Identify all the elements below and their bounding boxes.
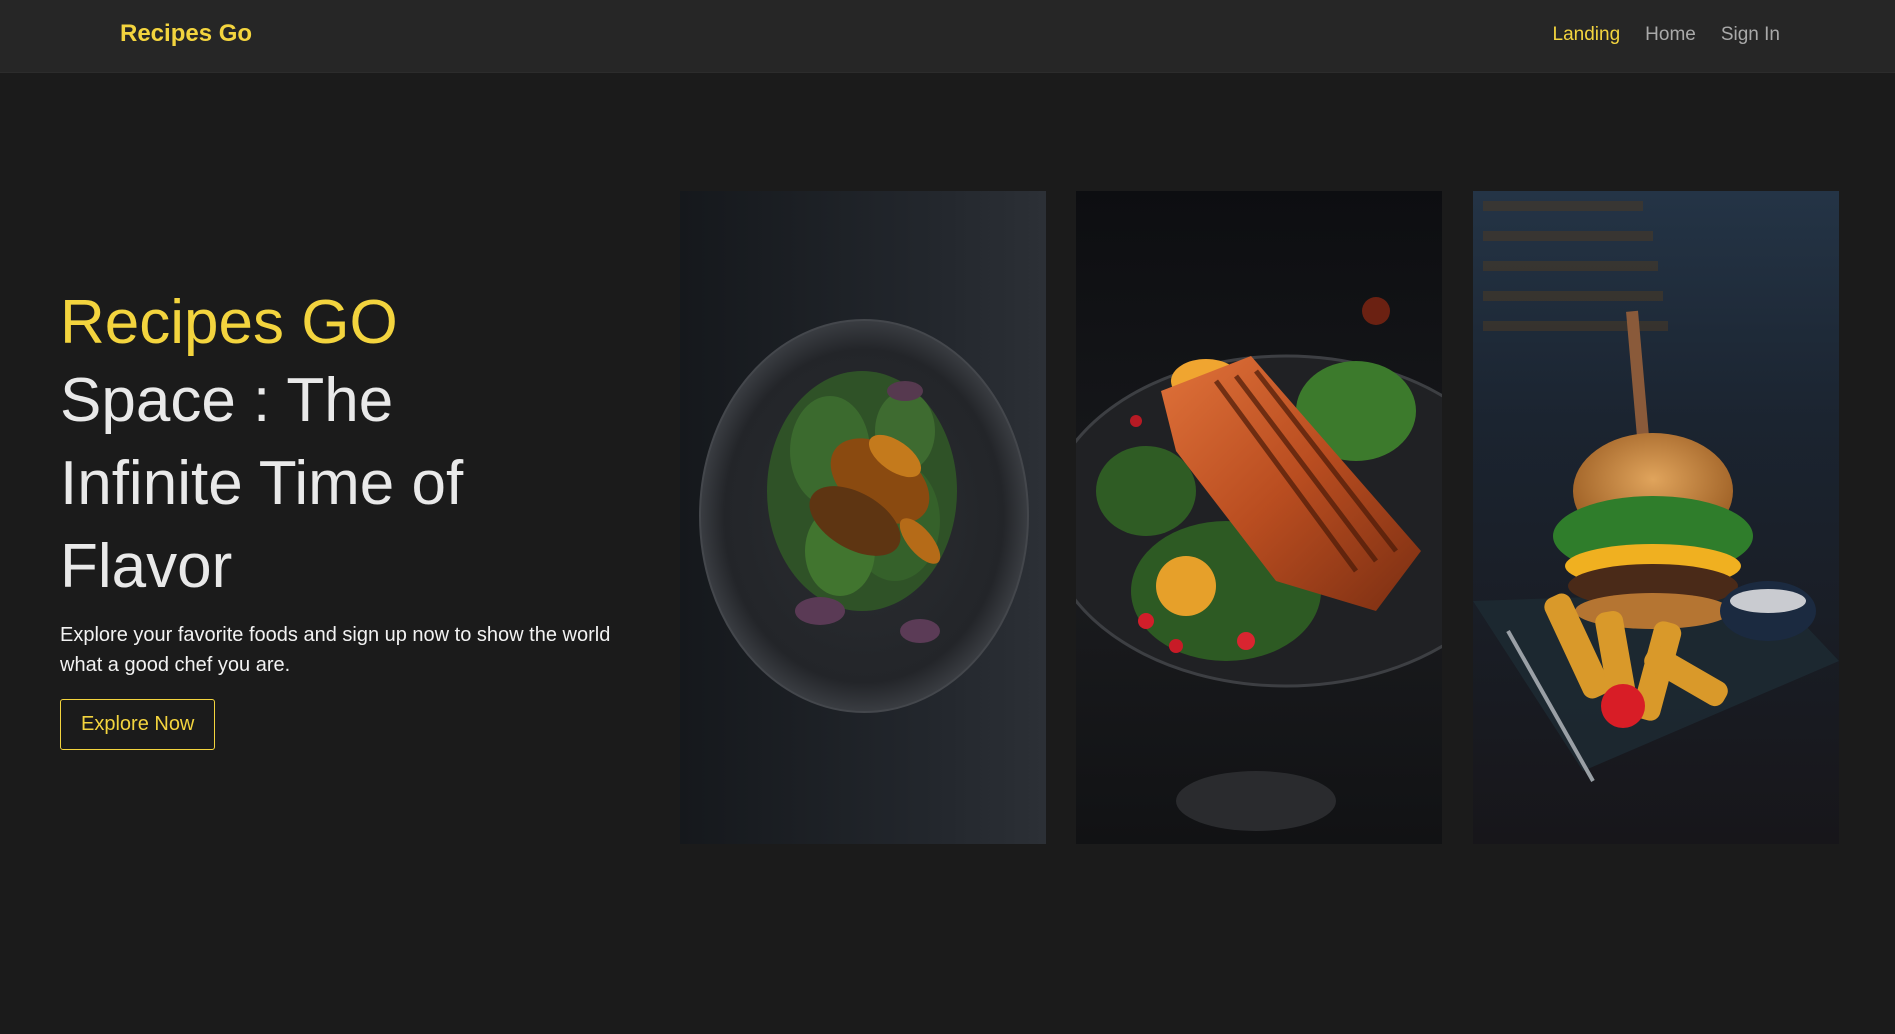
hero-title-main: Space : The Infinite Time of Flavor — [60, 366, 464, 601]
nav-links: Landing Home Sign In — [1553, 24, 1780, 46]
hero-title-accent: Recipes GO — [60, 288, 398, 357]
hero-section: Recipes GO Space : The Infinite Time of … — [60, 287, 620, 750]
nav-link-sign-in[interactable]: Sign In — [1721, 24, 1780, 46]
nav-link-home[interactable]: Home — [1645, 24, 1696, 46]
explore-now-button[interactable]: Explore Now — [60, 699, 216, 750]
hero-title: Recipes GO Space : The Infinite Time of … — [60, 287, 620, 608]
nav-link-landing[interactable]: Landing — [1553, 24, 1621, 46]
grilled-vegetable-salad-photo — [680, 191, 1046, 844]
burger-with-fries-photo — [1473, 191, 1839, 844]
navbar: Recipes Go Landing Home Sign In — [0, 0, 1895, 73]
brand-logo[interactable]: Recipes Go — [120, 20, 252, 48]
grilled-salmon-photo — [1076, 191, 1442, 844]
hero-description: Explore your favorite foods and sign up … — [60, 624, 611, 676]
